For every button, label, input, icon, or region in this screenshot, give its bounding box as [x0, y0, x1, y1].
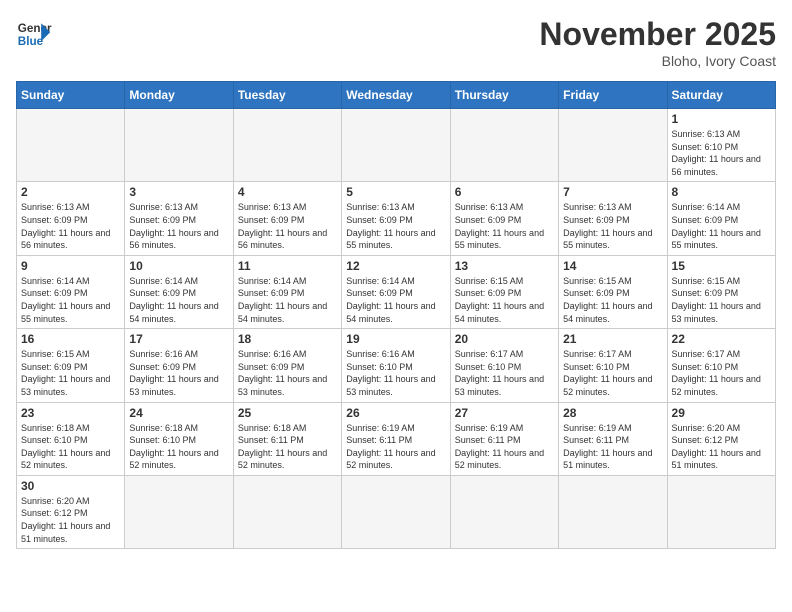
day-4: 4 Sunrise: 6:13 AMSunset: 6:09 PMDayligh…	[233, 182, 341, 255]
day-11: 11 Sunrise: 6:14 AMSunset: 6:09 PMDaylig…	[233, 255, 341, 328]
day-empty	[559, 475, 667, 548]
day-empty	[342, 109, 450, 182]
day-24: 24 Sunrise: 6:18 AMSunset: 6:10 PMDaylig…	[125, 402, 233, 475]
calendar-row-3: 9 Sunrise: 6:14 AMSunset: 6:09 PMDayligh…	[17, 255, 776, 328]
day-empty	[667, 475, 775, 548]
day-empty	[450, 475, 558, 548]
day-3: 3 Sunrise: 6:13 AMSunset: 6:09 PMDayligh…	[125, 182, 233, 255]
day-empty	[342, 475, 450, 548]
day-empty	[559, 109, 667, 182]
day-27: 27 Sunrise: 6:19 AMSunset: 6:11 PMDaylig…	[450, 402, 558, 475]
day-6: 6 Sunrise: 6:13 AMSunset: 6:09 PMDayligh…	[450, 182, 558, 255]
day-29: 29 Sunrise: 6:20 AMSunset: 6:12 PMDaylig…	[667, 402, 775, 475]
day-30: 30 Sunrise: 6:20 AMSunset: 6:12 PMDaylig…	[17, 475, 125, 548]
month-title: November 2025	[539, 16, 776, 53]
header-sunday: Sunday	[17, 82, 125, 109]
header-saturday: Saturday	[667, 82, 775, 109]
day-21: 21 Sunrise: 6:17 AMSunset: 6:10 PMDaylig…	[559, 329, 667, 402]
day-5: 5 Sunrise: 6:13 AMSunset: 6:09 PMDayligh…	[342, 182, 450, 255]
day-empty	[125, 109, 233, 182]
calendar-row-1: 1 Sunrise: 6:13 AMSunset: 6:10 PMDayligh…	[17, 109, 776, 182]
logo: General Blue	[16, 16, 52, 52]
day-23: 23 Sunrise: 6:18 AMSunset: 6:10 PMDaylig…	[17, 402, 125, 475]
day-26: 26 Sunrise: 6:19 AMSunset: 6:11 PMDaylig…	[342, 402, 450, 475]
day-18: 18 Sunrise: 6:16 AMSunset: 6:09 PMDaylig…	[233, 329, 341, 402]
day-28: 28 Sunrise: 6:19 AMSunset: 6:11 PMDaylig…	[559, 402, 667, 475]
day-empty	[125, 475, 233, 548]
header-thursday: Thursday	[450, 82, 558, 109]
day-13: 13 Sunrise: 6:15 AMSunset: 6:09 PMDaylig…	[450, 255, 558, 328]
calendar-table: Sunday Monday Tuesday Wednesday Thursday…	[16, 81, 776, 549]
day-10: 10 Sunrise: 6:14 AMSunset: 6:09 PMDaylig…	[125, 255, 233, 328]
day-22: 22 Sunrise: 6:17 AMSunset: 6:10 PMDaylig…	[667, 329, 775, 402]
calendar-row-4: 16 Sunrise: 6:15 AMSunset: 6:09 PMDaylig…	[17, 329, 776, 402]
day-20: 20 Sunrise: 6:17 AMSunset: 6:10 PMDaylig…	[450, 329, 558, 402]
day-empty	[233, 109, 341, 182]
day-15: 15 Sunrise: 6:15 AMSunset: 6:09 PMDaylig…	[667, 255, 775, 328]
day-25: 25 Sunrise: 6:18 AMSunset: 6:11 PMDaylig…	[233, 402, 341, 475]
header-friday: Friday	[559, 82, 667, 109]
location: Bloho, Ivory Coast	[539, 53, 776, 69]
weekday-header-row: Sunday Monday Tuesday Wednesday Thursday…	[17, 82, 776, 109]
calendar-row-5: 23 Sunrise: 6:18 AMSunset: 6:10 PMDaylig…	[17, 402, 776, 475]
day-14: 14 Sunrise: 6:15 AMSunset: 6:09 PMDaylig…	[559, 255, 667, 328]
day-9: 9 Sunrise: 6:14 AMSunset: 6:09 PMDayligh…	[17, 255, 125, 328]
logo-icon: General Blue	[16, 16, 52, 52]
day-empty	[450, 109, 558, 182]
day-19: 19 Sunrise: 6:16 AMSunset: 6:10 PMDaylig…	[342, 329, 450, 402]
day-2: 2 Sunrise: 6:13 AMSunset: 6:09 PMDayligh…	[17, 182, 125, 255]
day-empty	[233, 475, 341, 548]
day-8: 8 Sunrise: 6:14 AMSunset: 6:09 PMDayligh…	[667, 182, 775, 255]
calendar-row-6: 30 Sunrise: 6:20 AMSunset: 6:12 PMDaylig…	[17, 475, 776, 548]
header-monday: Monday	[125, 82, 233, 109]
day-12: 12 Sunrise: 6:14 AMSunset: 6:09 PMDaylig…	[342, 255, 450, 328]
day-7: 7 Sunrise: 6:13 AMSunset: 6:09 PMDayligh…	[559, 182, 667, 255]
calendar-header: General Blue November 2025 Bloho, Ivory …	[16, 16, 776, 69]
day-empty	[17, 109, 125, 182]
day-17: 17 Sunrise: 6:16 AMSunset: 6:09 PMDaylig…	[125, 329, 233, 402]
header-tuesday: Tuesday	[233, 82, 341, 109]
day-1: 1 Sunrise: 6:13 AMSunset: 6:10 PMDayligh…	[667, 109, 775, 182]
calendar-row-2: 2 Sunrise: 6:13 AMSunset: 6:09 PMDayligh…	[17, 182, 776, 255]
title-block: November 2025 Bloho, Ivory Coast	[539, 16, 776, 69]
day-16: 16 Sunrise: 6:15 AMSunset: 6:09 PMDaylig…	[17, 329, 125, 402]
header-wednesday: Wednesday	[342, 82, 450, 109]
svg-text:Blue: Blue	[18, 35, 44, 48]
